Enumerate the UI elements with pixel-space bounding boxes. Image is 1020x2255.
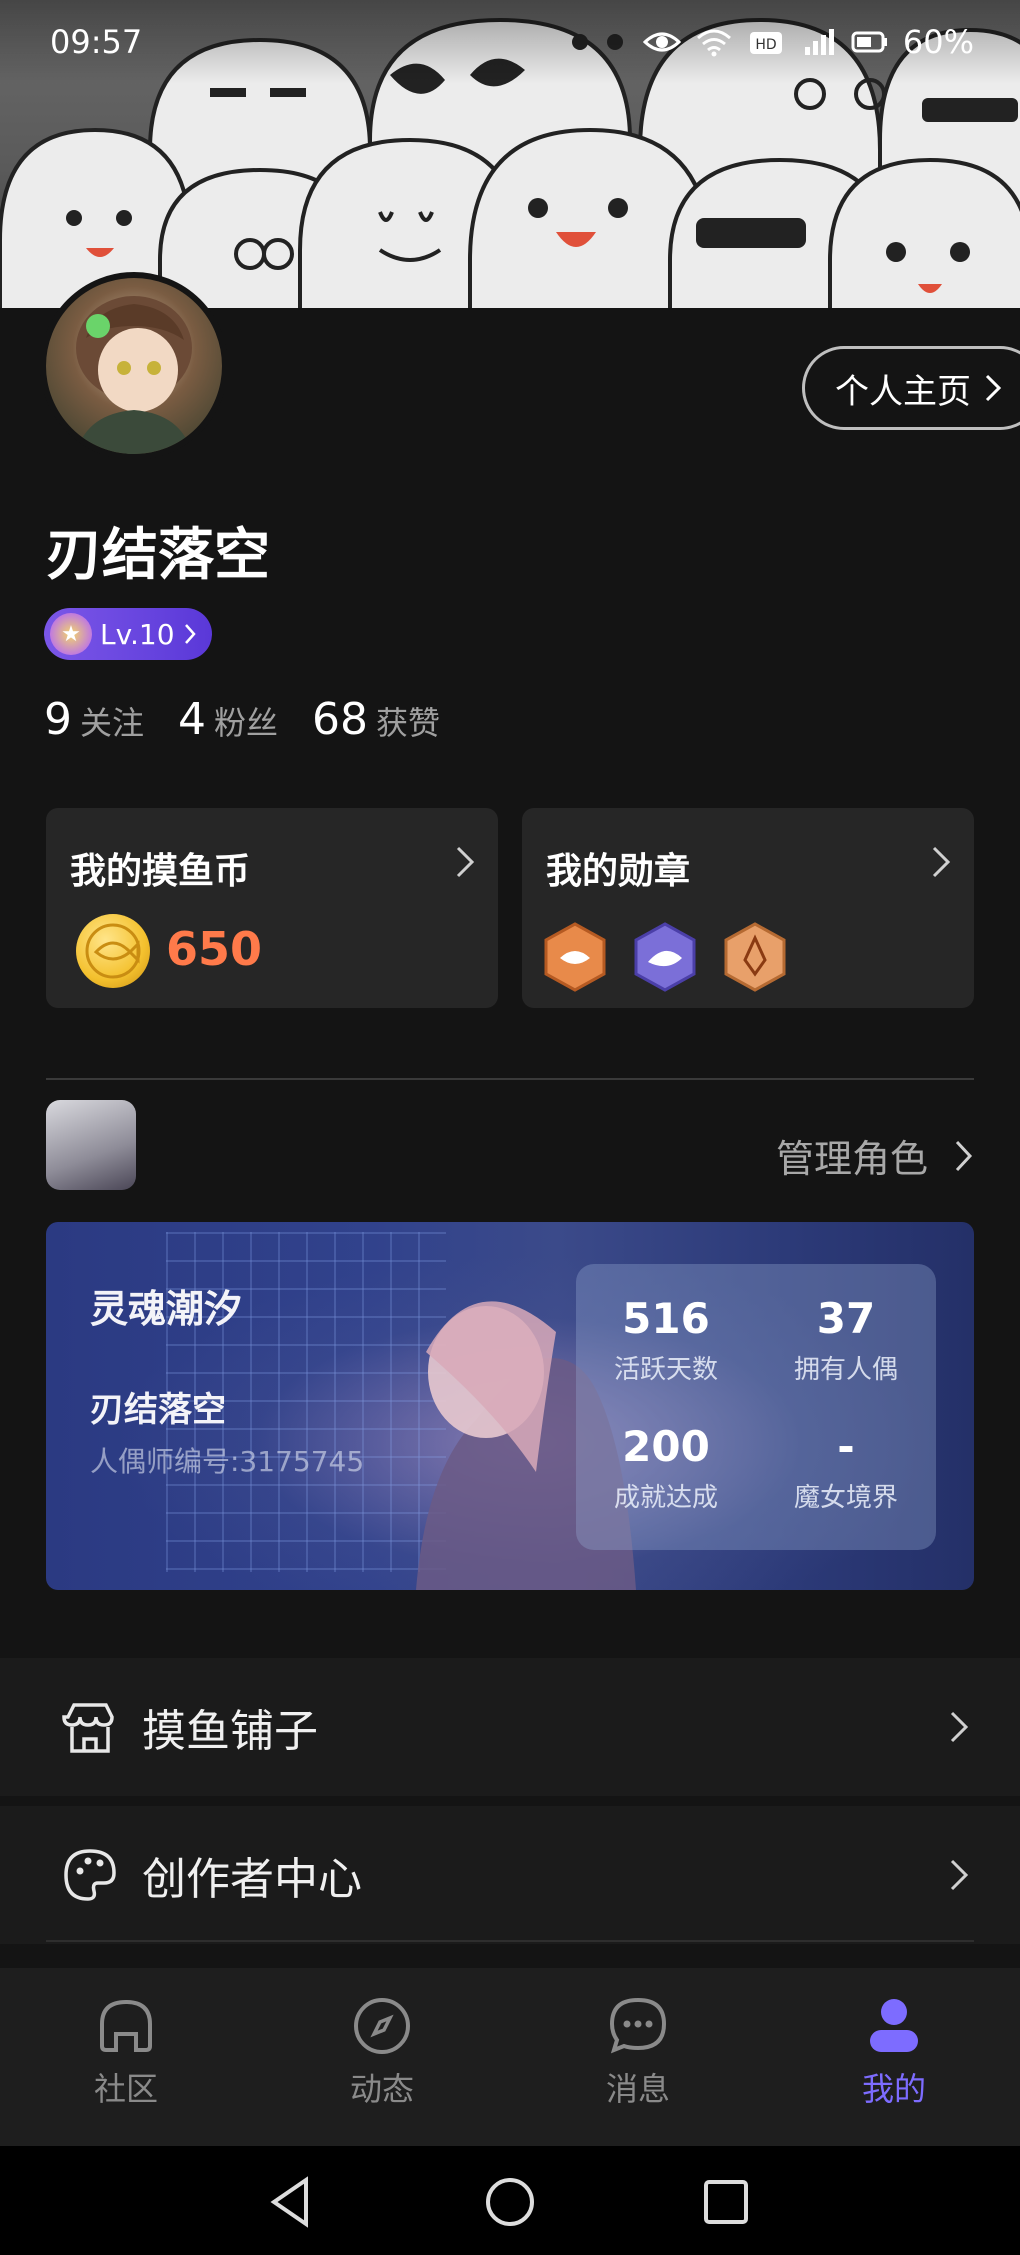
role-stat-witch-realm: - 魔女境界 <box>793 1422 898 1513</box>
chat-icon <box>609 1997 667 2054</box>
level-badge[interactable]: ★ Lv.10 <box>44 608 212 660</box>
coin-icon <box>76 914 150 988</box>
tab-community[interactable]: 社区 <box>46 1994 206 2110</box>
tab-label: 社区 <box>93 2070 158 2108</box>
chevron-right-icon <box>456 846 475 878</box>
tab-label: 动态 <box>349 2070 414 2108</box>
menu-item-shop[interactable]: 摸鱼铺子 <box>0 1658 1020 1796</box>
palette-icon <box>64 1849 116 1901</box>
stat-fans[interactable]: 4 粉丝 <box>178 694 278 745</box>
chevron-right-icon <box>950 1859 969 1891</box>
bottom-nav: 社区 动态 消息 我的 <box>0 1968 1020 2146</box>
manage-role-link[interactable]: 管理角色 <box>776 1128 974 1183</box>
compass-icon <box>354 1998 410 2054</box>
svg-text:HD: HD <box>755 37 776 53</box>
menu-item-creator-center[interactable]: 创作者中心 <box>0 1806 1020 1944</box>
stat-following[interactable]: 9 关注 <box>44 694 144 745</box>
chevron-right-icon <box>955 1140 973 1171</box>
role-stat-achievements: 200 成就达成 <box>613 1422 718 1513</box>
system-nav-bar <box>0 2146 1020 2255</box>
level-text: Lv.10 <box>100 617 175 651</box>
status-time: 09:57 <box>50 23 143 61</box>
role-stat-dolls: 37 拥有人偶 <box>793 1294 898 1385</box>
star-icon: ★ <box>50 613 92 655</box>
status-icons: HD 60% <box>642 23 974 61</box>
signal-4g-icon <box>804 29 834 55</box>
avatar-illustration <box>76 296 192 454</box>
back-icon[interactable] <box>262 2172 322 2232</box>
fish-medal-icon <box>544 922 606 992</box>
tab-label: 我的 <box>861 2070 926 2108</box>
section-divider <box>46 1078 974 1080</box>
coin-balance: 650 <box>166 922 263 976</box>
role-name: 刃结落空 <box>90 1390 226 1430</box>
role-server: 灵魂潮汐 <box>90 1287 243 1331</box>
tab-label: 消息 <box>605 2070 670 2108</box>
home-circle-icon[interactable] <box>480 2172 540 2232</box>
menu-label-shop: 摸鱼铺子 <box>142 1706 318 1757</box>
tab-feed[interactable]: 动态 <box>302 1994 462 2110</box>
role-stat-active-days: 516 活跃天数 <box>613 1294 718 1385</box>
tab-messages[interactable]: 消息 <box>558 1994 718 2110</box>
coins-card-title: 我的摸鱼币 <box>70 851 251 892</box>
medals-card-title: 我的勋章 <box>546 851 691 892</box>
tab-mine[interactable]: 我的 <box>814 1994 974 2110</box>
home-icon <box>100 1999 152 2052</box>
avatar[interactable] <box>40 272 228 460</box>
chevron-right-icon <box>985 374 1002 402</box>
role-stats-panel: 516 活跃天数 37 拥有人偶 200 成就达成 - 魔女境界 <box>576 1264 936 1550</box>
hd-icon: HD <box>749 32 782 54</box>
username: 刃结落空 <box>46 523 270 588</box>
battery-percent: 60% <box>902 23 974 61</box>
role-card[interactable]: 灵魂潮汐 刃结落空 人偶师编号:3175745 516 活跃天数 37 拥有人偶… <box>46 1222 974 1590</box>
personal-homepage-label: 个人主页 <box>835 371 971 412</box>
personal-homepage-button[interactable]: 个人主页 <box>802 346 1020 430</box>
coins-card[interactable]: 我的摸鱼币 650 <box>46 808 498 1008</box>
chevron-right-icon <box>950 1711 969 1743</box>
stat-likes[interactable]: 68 获赞 <box>312 694 440 745</box>
chevron-right-icon <box>932 846 951 878</box>
shop-icon <box>62 1703 114 1753</box>
status-bar: 09:57 HD 60% <box>0 0 1020 84</box>
menu-divider <box>46 1940 974 1942</box>
menu-label-creator-center: 创作者中心 <box>142 1854 362 1905</box>
shark-medal-icon <box>634 922 696 992</box>
wifi-icon <box>696 29 731 57</box>
recents-icon[interactable] <box>696 2172 756 2232</box>
eye-icon <box>642 32 681 52</box>
medals-card[interactable]: 我的勋章 <box>522 808 974 1008</box>
pen-medal-icon <box>724 922 786 992</box>
role-id: 人偶师编号:3175745 <box>90 1445 365 1478</box>
role-thumbnail[interactable] <box>46 1100 136 1190</box>
user-icon <box>870 1999 918 2052</box>
chevron-right-icon <box>184 624 196 644</box>
manage-role-label: 管理角色 <box>775 1137 928 1181</box>
battery-icon <box>851 31 887 53</box>
user-stats: 9 关注 4 粉丝 68 获赞 <box>44 694 440 745</box>
